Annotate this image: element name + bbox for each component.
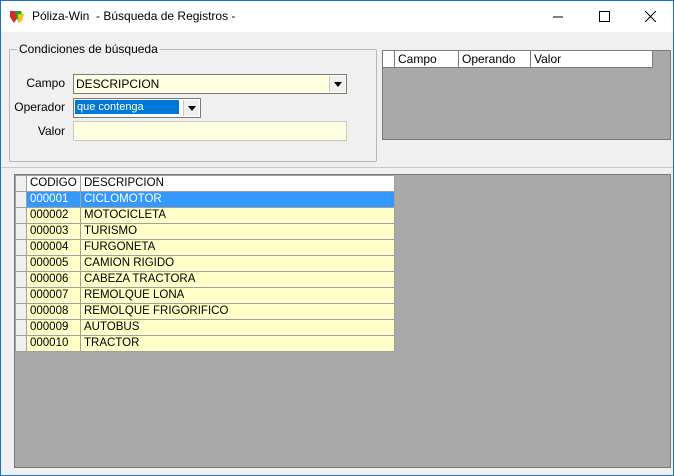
row-indicator[interactable]: [15, 303, 27, 320]
col-header-codigo[interactable]: CODIGO: [26, 175, 81, 192]
valor-input[interactable]: [73, 121, 347, 141]
row-indicator[interactable]: [15, 239, 27, 256]
cell-codigo[interactable]: 000001: [26, 191, 81, 208]
table-row[interactable]: 000007 REMOLQUE LONA: [15, 287, 395, 304]
table-row[interactable]: 000008 REMOLQUE FRIGORIFICO: [15, 303, 395, 320]
operador-select-value: que contenga: [75, 100, 179, 114]
cell-descripcion[interactable]: CABEZA TRACTORA: [80, 271, 395, 288]
cell-descripcion[interactable]: CICLOMOTOR: [80, 191, 395, 208]
results-table: CODIGO DESCRIPCION 000001 CICLOMOTOR 00000…: [15, 175, 395, 352]
cell-codigo[interactable]: 000009: [26, 319, 81, 336]
window-title: Póliza-Win - Búsqueda de Registros -: [32, 9, 236, 23]
row-indicator[interactable]: [15, 335, 27, 352]
close-button[interactable]: [627, 1, 673, 32]
campo-label: Campo: [26, 76, 65, 90]
maximize-button[interactable]: [581, 1, 627, 32]
minimize-icon: [553, 16, 563, 17]
row-indicator[interactable]: [15, 207, 27, 224]
cell-codigo[interactable]: 000006: [26, 271, 81, 288]
criteria-col-operando[interactable]: Operando: [459, 51, 531, 67]
cell-descripcion[interactable]: FURGONETA: [80, 239, 395, 256]
table-row[interactable]: 000001 CICLOMOTOR: [15, 191, 395, 208]
chevron-down-icon[interactable]: [329, 76, 345, 92]
row-indicator[interactable]: [15, 271, 27, 288]
results-grid[interactable]: CODIGO DESCRIPCION 000001 CICLOMOTOR 00000…: [14, 174, 671, 468]
cell-codigo[interactable]: 000002: [26, 207, 81, 224]
criteria-col-valor[interactable]: Valor: [531, 51, 653, 67]
close-icon: [644, 11, 656, 22]
row-indicator-header: [15, 175, 27, 192]
cell-codigo[interactable]: 000010: [26, 335, 81, 352]
results-body: 000001 CICLOMOTOR 000002 MOTOCICLETA 000003 T…: [15, 191, 395, 352]
criteria-col-campo[interactable]: Campo: [395, 51, 459, 67]
cell-codigo[interactable]: 000008: [26, 303, 81, 320]
campo-select[interactable]: DESCRIPCION: [73, 74, 347, 94]
campo-select-value: DESCRIPCION: [76, 77, 160, 91]
main-window: Póliza-Win - Búsqueda de Registros - Con…: [0, 0, 674, 476]
row-indicator[interactable]: [15, 319, 27, 336]
valor-label: Valor: [37, 124, 65, 138]
cell-descripcion[interactable]: REMOLQUE FRIGORIFICO: [80, 303, 395, 320]
row-indicator[interactable]: [15, 287, 27, 304]
cell-codigo[interactable]: 000005: [26, 255, 81, 272]
chevron-down-icon[interactable]: [183, 100, 199, 116]
search-conditions-title: Condiciones de búsqueda: [17, 42, 160, 56]
divider: [1, 167, 673, 168]
minimize-button[interactable]: [535, 1, 581, 32]
maximize-icon: [598, 11, 610, 22]
criteria-grid[interactable]: Campo Operando Valor: [382, 50, 671, 140]
table-row[interactable]: 000004 FURGONETA: [15, 239, 395, 256]
table-row[interactable]: 000009 AUTOBUS: [15, 319, 395, 336]
row-indicator[interactable]: [15, 223, 27, 240]
cell-descripcion[interactable]: TURISMO: [80, 223, 395, 240]
operador-select[interactable]: que contenga: [73, 98, 201, 118]
cell-descripcion[interactable]: CAMION RIGIDO: [80, 255, 395, 272]
table-row[interactable]: 000003 TURISMO: [15, 223, 395, 240]
col-header-descripcion[interactable]: DESCRIPCION: [80, 175, 395, 192]
cell-codigo[interactable]: 000004: [26, 239, 81, 256]
table-row[interactable]: 000010 TRACTOR: [15, 335, 395, 352]
cell-descripcion[interactable]: REMOLQUE LONA: [80, 287, 395, 304]
cell-descripcion[interactable]: AUTOBUS: [80, 319, 395, 336]
criteria-grid-header: Campo Operando Valor: [383, 51, 653, 68]
table-row[interactable]: 000005 CAMION RIGIDO: [15, 255, 395, 272]
cell-codigo[interactable]: 000003: [26, 223, 81, 240]
row-indicator[interactable]: [15, 255, 27, 272]
cell-descripcion[interactable]: TRACTOR: [80, 335, 395, 352]
table-row[interactable]: 000002 MOTOCICLETA: [15, 207, 395, 224]
app-logo-icon[interactable]: [9, 9, 25, 25]
title-bar[interactable]: Póliza-Win - Búsqueda de Registros -: [1, 1, 673, 32]
criteria-row-indicator: [383, 51, 395, 67]
operador-label: Operador: [14, 100, 65, 114]
row-indicator[interactable]: [15, 191, 27, 208]
cell-codigo[interactable]: 000007: [26, 287, 81, 304]
cell-descripcion[interactable]: MOTOCICLETA: [80, 207, 395, 224]
table-row[interactable]: 000006 CABEZA TRACTORA: [15, 271, 395, 288]
